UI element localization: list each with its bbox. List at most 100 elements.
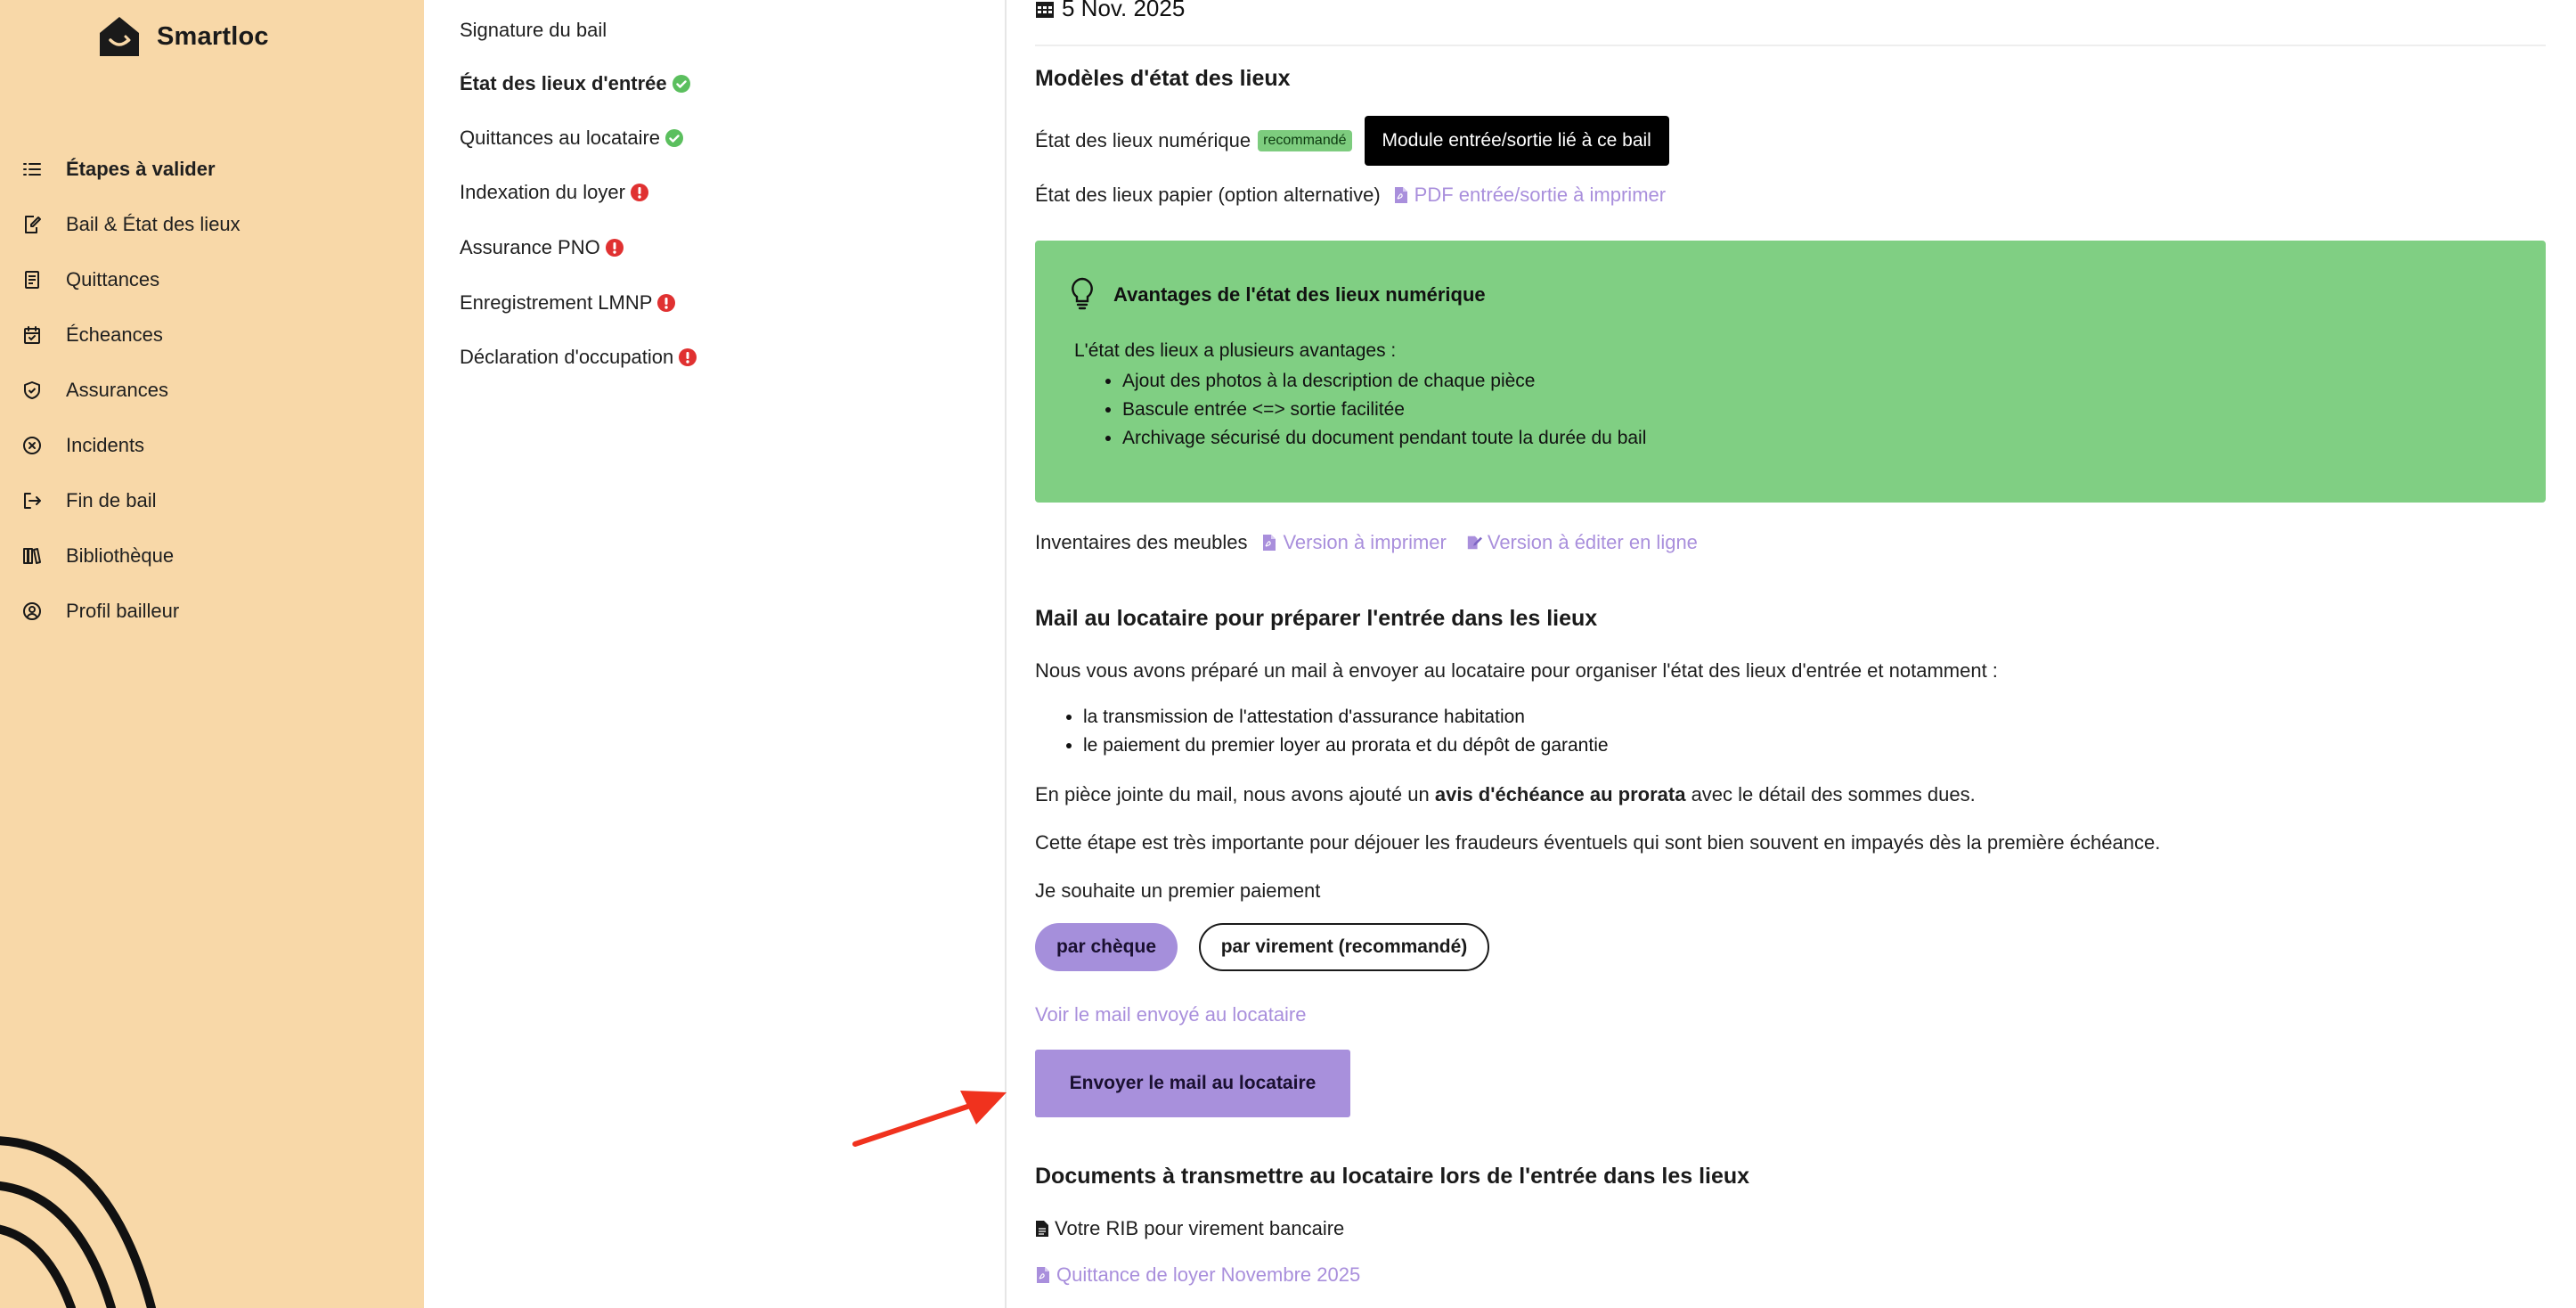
divider xyxy=(1035,45,2546,46)
sidebar-item-label: Incidents xyxy=(66,434,145,456)
sidebar-item-label: Bail & État des lieux xyxy=(66,213,240,235)
pdf-file-icon xyxy=(1394,187,1407,203)
pdf-print-link-text: PDF entrée/sortie à imprimer xyxy=(1414,184,1667,206)
sidebar-item-bibliotheque[interactable]: Bibliothèque xyxy=(21,535,174,577)
sidebar-item-label: Étapes à valider xyxy=(66,158,216,180)
mail-importance-note: Cette étape est très importante pour déj… xyxy=(1035,831,2161,854)
edit-file-icon xyxy=(1467,535,1482,550)
date-row: 5 Nov. 2025 xyxy=(1035,0,1185,22)
house-smile-icon xyxy=(100,17,139,56)
circle-x-icon xyxy=(23,437,41,454)
edit-document-icon xyxy=(25,216,41,233)
books-icon xyxy=(23,548,41,564)
quittance-link-text: Quittance de loyer Novembre 2025 xyxy=(1056,1263,1361,1286)
inventory-label: Inventaires des meubles xyxy=(1035,531,1248,553)
list-item: Ajout des photos à la description de cha… xyxy=(1122,367,1646,396)
main-content: 5 Nov. 2025 Modèles d'état des lieux Éta… xyxy=(1008,0,2576,1308)
payment-option-virement[interactable]: par virement (recommandé) xyxy=(1199,923,1489,971)
sidebar-item-label: Profil bailleur xyxy=(66,600,180,622)
send-mail-button[interactable]: Envoyer le mail au locataire xyxy=(1035,1050,1350,1117)
pdf-print-link[interactable]: PDF entrée/sortie à imprimer xyxy=(1393,184,1666,207)
inventory-edit-link[interactable]: Version à éditer en ligne xyxy=(1466,531,1698,554)
step-declaration-occupation[interactable]: Déclaration d'occupation xyxy=(460,339,697,375)
sidebar-item-fin-de-bail[interactable]: Fin de bail xyxy=(21,479,157,522)
step-label: Assurance PNO xyxy=(460,236,600,258)
sidebar-item-quittances[interactable]: Quittances xyxy=(21,258,159,301)
payment-prompt: Je souhaite un premier paiement xyxy=(1035,879,1321,902)
rib-label: Votre RIB pour virement bancaire xyxy=(1055,1217,1345,1239)
attachment-note-bold: avis d'échéance au prorata xyxy=(1434,783,1686,805)
sidebar-item-label: Assurances xyxy=(66,379,168,401)
file-icon xyxy=(1036,1221,1048,1237)
attachment-note-start: En pièce jointe du mail, nous avons ajou… xyxy=(1035,783,1435,805)
step-label: Indexation du loyer xyxy=(460,181,625,203)
user-circle-icon xyxy=(23,602,41,620)
list-item: le paiement du premier loyer au prorata … xyxy=(1083,732,1609,760)
alert-icon xyxy=(605,239,624,257)
check-circle-icon xyxy=(672,75,690,93)
digital-edl-label: État des lieux numérique xyxy=(1035,129,1251,151)
calendar-check-icon xyxy=(24,326,40,344)
module-entree-sortie-button[interactable]: Module entrée/sortie lié à ce bail xyxy=(1364,116,1669,166)
rib-row: Votre RIB pour virement bancaire xyxy=(1035,1217,1344,1240)
check-circle-icon xyxy=(665,129,684,147)
alert-icon xyxy=(657,294,676,312)
recommended-badge: recommandé xyxy=(1258,130,1352,151)
digital-edl-row: État des lieux numérique recommandé Modu… xyxy=(1035,116,1669,166)
step-etat-des-lieux-entree[interactable]: État des lieux d'entrée xyxy=(460,66,691,102)
sidebar-item-label: Quittances xyxy=(66,268,160,290)
inventory-row: Inventaires des meubles Version à imprim… xyxy=(1035,531,1698,554)
quittance-link[interactable]: Quittance de loyer Novembre 2025 xyxy=(1035,1263,1360,1287)
alert-icon xyxy=(630,184,648,201)
section-title-mail: Mail au locataire pour préparer l'entrée… xyxy=(1035,606,1598,631)
sidebar-item-profil[interactable]: Profil bailleur xyxy=(21,590,179,633)
inventory-edit-link-text: Version à éditer en ligne xyxy=(1487,531,1698,553)
step-signature-du-bail[interactable]: Signature du bail xyxy=(460,12,607,48)
sidebar-item-label: Bibliothèque xyxy=(66,544,175,567)
step-indexation-du-loyer[interactable]: Indexation du loyer xyxy=(460,175,649,210)
advantages-intro: L'état des lieux a plusieurs avantages : xyxy=(1074,340,1397,361)
sidebar-item-assurances[interactable]: Assurances xyxy=(21,369,168,412)
sidebar-item-label: Écheances xyxy=(66,323,163,346)
lease-date: 5 Nov. 2025 xyxy=(1062,0,1186,21)
sidebar-item-incidents[interactable]: Incidents xyxy=(21,424,144,467)
pdf-file-icon xyxy=(1037,1267,1049,1283)
view-sent-mail-link[interactable]: Voir le mail envoyé au locataire xyxy=(1035,1003,1307,1026)
mail-attachment-note: En pièce jointe du mail, nous avons ajou… xyxy=(1035,783,1976,806)
step-label: Déclaration d'occupation xyxy=(460,346,674,368)
calendar-icon xyxy=(1036,1,1054,18)
brand-logo[interactable]: Smartloc xyxy=(96,7,269,66)
decorative-arcs xyxy=(0,1136,156,1308)
shield-check-icon xyxy=(24,381,40,399)
receipt-icon xyxy=(25,271,39,289)
step-label: Signature du bail xyxy=(460,19,607,41)
brand-name: Smartloc xyxy=(157,21,269,51)
exit-icon xyxy=(24,493,41,509)
advantages-list: Ajout des photos à la description de cha… xyxy=(1122,367,1646,453)
step-label: Quittances au locataire xyxy=(460,127,661,149)
sidebar-item-bail[interactable]: Bail & État des lieux xyxy=(21,203,240,246)
step-label: Enregistrement LMNP xyxy=(460,291,653,314)
sidebar: Smartloc Étapes à valider Bail & État de… xyxy=(0,0,424,1308)
sidebar-item-echeances[interactable]: Écheances xyxy=(21,314,163,356)
alert-icon xyxy=(679,348,697,366)
section-title-models: Modèles d'état des lieux xyxy=(1035,66,1291,91)
inventory-print-link-text: Version à imprimer xyxy=(1283,531,1447,553)
advantages-title: Avantages de l'état des lieux numérique xyxy=(1113,283,1486,306)
step-quittances-au-locataire[interactable]: Quittances au locataire xyxy=(460,120,684,156)
mail-intro: Nous vous avons préparé un mail à envoye… xyxy=(1035,659,1998,682)
list-item: Archivage sécurisé du document pendant t… xyxy=(1122,424,1646,453)
inventory-print-link[interactable]: Version à imprimer xyxy=(1261,531,1447,554)
step-label: État des lieux d'entrée xyxy=(460,72,667,94)
mail-topics-list: la transmission de l'attestation d'assur… xyxy=(1083,703,1609,760)
checklist-icon xyxy=(23,163,41,176)
pdf-file-icon xyxy=(1263,535,1276,551)
step-enregistrement-lmnp[interactable]: Enregistrement LMNP xyxy=(460,285,676,321)
list-item: Bascule entrée <=> sortie facilitée xyxy=(1122,396,1646,424)
advantages-box: Avantages de l'état des lieux numérique … xyxy=(1035,241,2546,503)
step-assurance-pno[interactable]: Assurance PNO xyxy=(460,230,624,266)
sidebar-item-etapes[interactable]: Étapes à valider xyxy=(21,148,216,191)
lightbulb-icon xyxy=(1072,277,1093,310)
payment-option-cheque[interactable]: par chèque xyxy=(1035,923,1178,971)
paper-edl-row: État des lieux papier (option alternativ… xyxy=(1035,184,1666,207)
